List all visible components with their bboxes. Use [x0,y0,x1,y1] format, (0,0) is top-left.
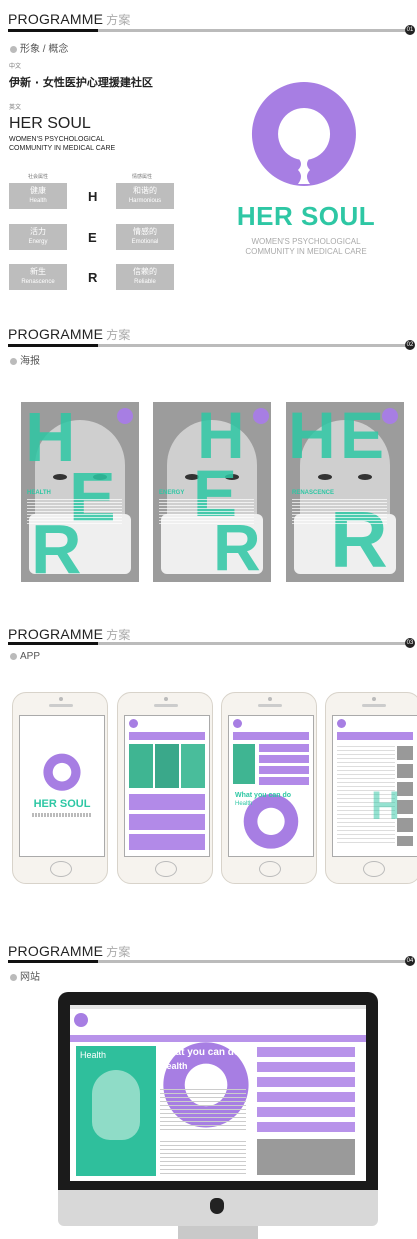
home-button [155,861,177,877]
section-rule [8,642,406,645]
home-button [363,861,385,877]
section-title: PROGRAMME 方案 [8,326,131,342]
cn-label: 中文 [9,64,22,70]
section-title: PROGRAMME 方案 [8,943,131,959]
phone-mockup-feed [117,692,213,884]
bullet-icon [10,358,17,365]
attr-reliable: 信赖的 Reliable [116,264,174,290]
attr-renascence: 新生 Renascence [9,264,67,290]
section-rule [8,344,406,347]
section-number: 04 [405,956,415,966]
site-heading: What you can do [160,1047,240,1058]
site-link-button[interactable] [257,1092,355,1102]
app-logo-icon [337,719,346,728]
cn-name: 伊新 · 女性医护心理援建社区 [9,76,153,89]
monitor-stand [178,1226,258,1239]
attr-energy: 活力 Energy [9,224,67,250]
phone-mockup-home: HER SOUL [12,692,108,884]
her-soul-logo-icon [251,82,356,186]
site-link-button[interactable] [257,1107,355,1117]
bullet-icon [10,46,17,53]
section-title: PROGRAMME 方案 [8,626,131,642]
app-logo-icon [233,719,242,728]
phone-mockup-article: H [325,692,417,884]
section-number: 03 [405,638,415,648]
her-soul-logo-icon [43,753,81,791]
website-screen: Health What you can do Health [70,1005,366,1181]
attr-emotional: 情感的 Emotional [116,224,174,250]
apple-logo-icon [210,1198,224,1214]
app-heading-sub: Health [235,801,253,807]
site-link-button[interactable] [257,1062,355,1072]
phone-mockup-detail: What you can do Health [221,692,317,884]
section-rule [8,29,406,32]
letter-r: R [88,270,98,285]
site-link-button[interactable] [257,1122,355,1132]
site-heading-sub: Health [160,1061,188,1071]
logo-tagline: WOMEN'S PSYCHOLOGICAL COMMUNITY IN MEDICA… [245,237,367,256]
section-subtitle: 形象 / 概念 [10,40,68,55]
poster-energy: H E R ENERGY [153,402,271,582]
site-link-button[interactable] [257,1047,355,1057]
en-desc: WOMEN'S PSYCHOLOGICAL COMMUNITY IN MEDICA… [9,136,116,152]
section-number: 01 [405,25,415,35]
hero-image: Health [76,1046,156,1176]
section-subtitle: 海报 [10,352,40,367]
site-link-button[interactable] [257,1077,355,1087]
logo-icon [117,408,133,424]
poster-health: H E R HEALTH [21,402,139,582]
letter-e: E [88,230,97,245]
bullet-icon [10,974,17,981]
app-logo-name: HER SOUL [33,798,91,810]
poster-renascence: H E R RENASCENCE [286,402,404,582]
site-logo-icon [74,1013,88,1027]
attr-harmonious: 和谐的 Harmonious [116,183,174,209]
home-button [259,861,281,877]
logo-name: HER SOUL [236,201,376,231]
app-logo-icon [129,719,138,728]
col-right-label: 情感属性 [132,174,153,180]
en-name: HER SOUL [9,115,91,132]
en-label: 英文 [9,105,22,111]
section-rule [8,960,406,963]
col-left-label: 社会属性 [28,174,49,180]
home-button [50,861,72,877]
logo-icon [382,408,398,424]
letter-h: H [88,189,98,204]
app-heading: What you can do [235,792,291,799]
attr-health: 健康 Health [9,183,67,209]
section-subtitle: APP [10,651,40,662]
logo-icon [253,408,269,424]
site-info-block [257,1139,355,1175]
section-subtitle: 网站 [10,968,40,983]
section-number: 02 [405,340,415,350]
section-title: PROGRAMME 方案 [8,11,131,27]
hero-label: Health [80,1050,107,1060]
bullet-icon [10,653,17,660]
